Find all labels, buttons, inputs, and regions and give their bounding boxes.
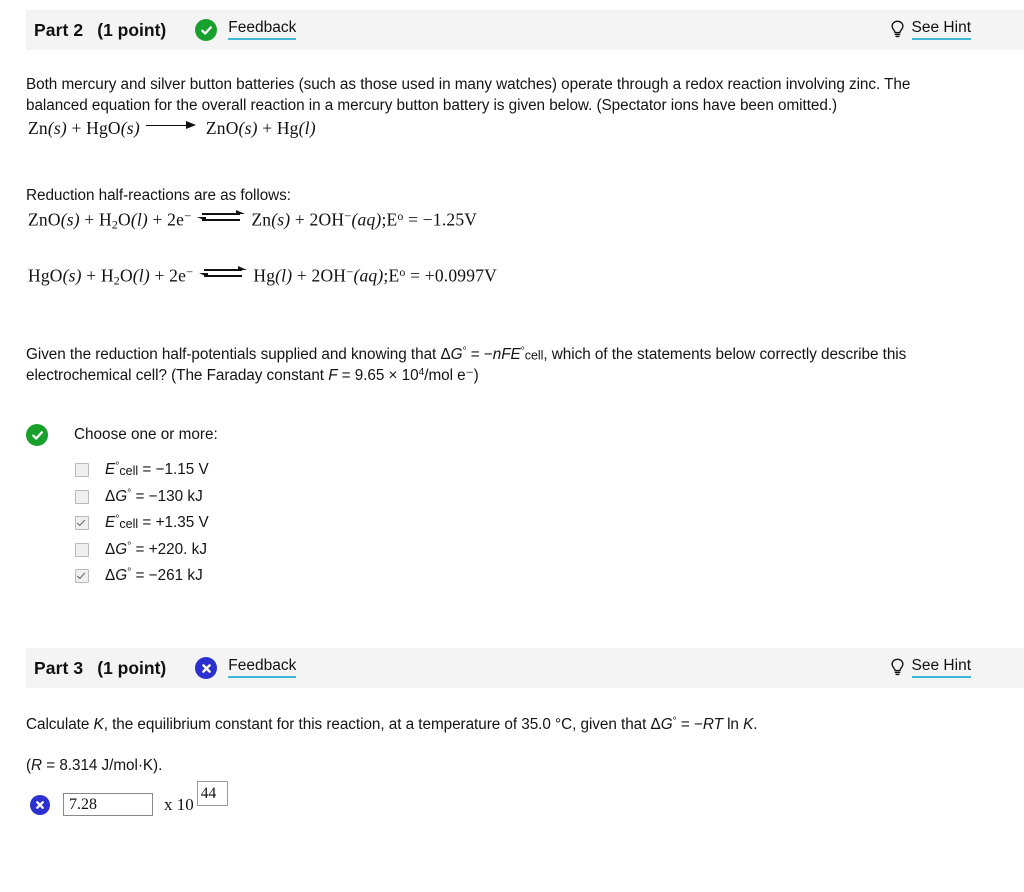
prompt-formula: ΔG° = −nFE°cell (440, 346, 544, 364)
check-circle-icon (26, 424, 48, 446)
right-arrow-icon (145, 121, 200, 131)
choose-one-or-more-label: Choose one or more: (74, 426, 218, 443)
part-3-answer-row: x 10 (30, 781, 228, 816)
checkbox-choice-3[interactable] (75, 516, 89, 531)
choices-header: Choose one or more: (26, 424, 218, 446)
choice-item-5[interactable]: ΔG° = −261 kJ (75, 563, 218, 590)
check-circle-icon (195, 19, 218, 41)
question-text-b: , the equilibrium constant for this reac… (103, 716, 647, 734)
faraday-constant: F = 9.65 × 104 (328, 367, 425, 385)
mantissa-input[interactable] (63, 793, 153, 816)
equilibrium-constant-symbol: K (93, 716, 104, 734)
choice-item-1[interactable]: E°cell = −1.15 V (75, 457, 218, 484)
equilibrium-arrow-icon (197, 209, 246, 224)
part-2-intro-line-2: balanced equation for the overall reacti… (26, 97, 838, 114)
part-3-title: Part 3 (34, 657, 84, 678)
assignment-page: Part 2 (1 point) Feedback See Hint Both … (0, 0, 1024, 892)
part-2-hint-group: See Hint (890, 20, 971, 40)
half-reaction-mercury: HgO(s) + H2O(l) + 2e− Hg(l) + 2OH−(aq);Eo… (28, 265, 497, 288)
checkbox-choice-2[interactable] (75, 489, 89, 504)
part-2-see-hint-link[interactable]: See Hint (911, 20, 971, 40)
part-2-intro-line-1: Both mercury and silver button batteries… (26, 76, 911, 93)
prompt-text-a: Given the reduction half-potentials supp… (26, 346, 437, 364)
part-3-question: Calculate K, the equilibrium constant fo… (26, 711, 976, 736)
equilibrium-arrow-icon (199, 265, 248, 280)
half-reactions-heading: Reduction half-reactions are as follows: (26, 187, 291, 204)
part-3-hint-group: See Hint (890, 658, 971, 678)
choice-item-2[interactable]: ΔG° = −130 kJ (75, 484, 218, 511)
part-2-prompt-line-2: electrochemical cell? (The Faraday const… (26, 362, 976, 387)
answer-choices-block: Choose one or more: E°cell = −1.15 V ΔG°… (26, 424, 218, 590)
x-circle-icon (30, 794, 50, 815)
x-circle-icon (195, 657, 218, 679)
gas-constant-note: (R = 8.314 J/mol·K). (26, 757, 163, 774)
part-3-header: Part 3 (1 point) Feedback See Hint (26, 648, 1024, 688)
part-2-feedback-group: Feedback (195, 19, 297, 41)
choice-label-2: ΔG° = −130 kJ (105, 487, 203, 505)
part-2-points: (1 point) (97, 19, 167, 40)
part-3-points: (1 point) (97, 657, 167, 678)
checkbox-choice-4[interactable] (75, 542, 89, 557)
choice-list: E°cell = −1.15 V ΔG° = −130 kJ E°cell = … (75, 457, 218, 590)
choice-label-5: ΔG° = −261 kJ (105, 567, 203, 585)
part-3-feedback-group: Feedback (195, 657, 297, 679)
part-3-see-hint-link[interactable]: See Hint (911, 658, 971, 678)
part-3-feedback-link[interactable]: Feedback (228, 658, 297, 678)
choice-item-3[interactable]: E°cell = +1.35 V (75, 510, 218, 537)
choice-label-4: ΔG° = +220. kJ (105, 540, 207, 558)
checkbox-choice-5[interactable] (75, 569, 89, 584)
question-text-a: Calculate (26, 716, 90, 734)
part-2-feedback-link[interactable]: Feedback (228, 20, 297, 40)
gibbs-formula: ΔG° = −RT ln K. (650, 716, 758, 734)
lightbulb-icon (890, 20, 905, 39)
overall-balanced-equation: Zn(s) + HgO(s) ZnO(s) + Hg(l) (28, 118, 316, 138)
exponent-input[interactable] (196, 781, 228, 806)
checkbox-choice-1[interactable] (75, 463, 89, 478)
faraday-units: /mol e⁻) (424, 367, 479, 385)
prompt-text-c: electrochemical cell? (The Faraday const… (26, 367, 324, 385)
part-2-title: Part 2 (34, 19, 84, 40)
part-2-header: Part 2 (1 point) Feedback See Hint (26, 10, 1024, 50)
choice-item-4[interactable]: ΔG° = +220. kJ (75, 537, 218, 564)
lightbulb-icon (890, 658, 905, 677)
times-ten-label: x 10 (164, 794, 194, 814)
choice-label-3: E°cell = +1.35 V (105, 514, 209, 532)
choice-label-1: E°cell = −1.15 V (105, 461, 209, 479)
half-reaction-zinc: ZnO(s) + H2O(l) + 2e− Zn(s) + 2OH−(aq);Eo… (28, 209, 478, 232)
prompt-text-b: , which of the statements below correctl… (543, 346, 907, 364)
